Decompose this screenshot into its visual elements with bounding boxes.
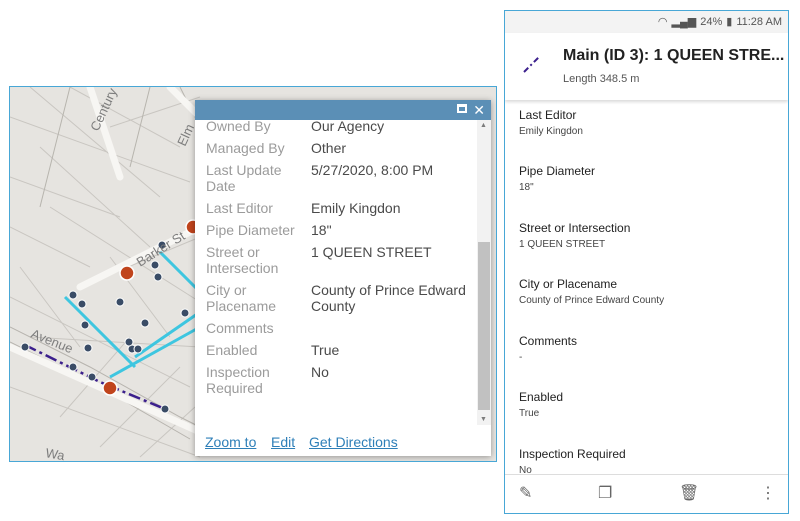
feature-subtitle: Length 348.5 m: [563, 73, 640, 85]
edit-link[interactable]: Edit: [271, 434, 295, 450]
attr-key: Last Update Date: [206, 162, 282, 194]
field-street: Street or Intersection 1 QUEEN STREET: [519, 221, 630, 252]
attr-value: No: [311, 364, 329, 380]
attr-row-pipe-diameter: Pipe Diameter 18": [206, 222, 475, 244]
attr-row-managed-by: Managed By Other: [206, 140, 475, 162]
popup-actions: Zoom to Edit Get Directions: [195, 425, 491, 456]
scroll-up-icon[interactable]: ▲: [480, 122, 487, 129]
attr-row-inspection: Inspection Required No: [206, 364, 475, 402]
popup-header: ✕: [195, 100, 491, 120]
attr-key: Pipe Diameter: [206, 222, 295, 238]
street-label-wa: Wa: [44, 445, 66, 461]
battery-icon: ▮: [726, 16, 733, 28]
attr-key: Owned By: [206, 120, 271, 134]
close-icon[interactable]: ✕: [473, 102, 485, 118]
field-comments: Comments -: [519, 334, 577, 365]
attr-key: City or Placename: [206, 282, 277, 314]
map-view[interactable]: Century Elm Barker St Avenue Wa ✕ Owned …: [9, 86, 497, 462]
more-options-icon[interactable]: ⋮: [760, 483, 776, 503]
street-label-avenue: Avenue: [29, 326, 75, 356]
attr-row-owned-by: Owned By Our Agency: [206, 120, 475, 140]
zoom-to-link[interactable]: Zoom to: [205, 434, 256, 450]
battery-percent: 24%: [700, 15, 723, 28]
field-city: City or Placename County of Prince Edwar…: [519, 277, 664, 308]
popup-attributes: Owned By Our Agency Managed By Other Last …: [195, 120, 475, 425]
feature-header: Main (ID 3): 1 QUEEN STRE... Length 348.…: [505, 33, 788, 100]
attr-key: Comments: [206, 320, 274, 336]
edit-icon[interactable]: ✎: [519, 483, 532, 503]
attr-key: Enabled: [206, 342, 258, 358]
wifi-icon: ◠: [657, 16, 668, 28]
field-inspection-required: Inspection Required No: [519, 447, 626, 475]
attr-value: True: [311, 342, 340, 358]
attr-key: Last Editor: [206, 200, 273, 216]
attr-row-enabled: Enabled True: [206, 342, 475, 364]
attr-key: Managed By: [206, 140, 285, 156]
field-label: Last Editor: [519, 108, 577, 122]
field-label: City or Placename: [519, 277, 618, 291]
field-label: Street or Intersection: [519, 221, 631, 235]
feature-popup: ✕ Owned By Our Agency Managed By Other Las…: [195, 100, 491, 456]
field-value: True: [519, 408, 540, 419]
field-label: Inspection Required: [519, 447, 626, 461]
attr-row-city: City or Placename County of Prince Edward…: [206, 282, 475, 320]
attr-row-last-update: Last Update Date 5/27/2020, 8:00 PM: [206, 162, 475, 200]
attr-key: Street or Intersection: [206, 244, 279, 276]
attr-value: [311, 320, 475, 342]
bottom-toolbar: ✎ ❐ 🗑 ⋮: [505, 474, 788, 513]
field-enabled: Enabled True: [519, 390, 563, 421]
line-feature-icon: [523, 55, 541, 73]
feature-fields: Last Editor Emily Kingdon Pipe Diameter …: [505, 100, 788, 475]
attr-key: Inspection Required: [206, 364, 270, 396]
signal-icon: ▂▄▆: [671, 16, 697, 28]
maximize-icon[interactable]: [457, 104, 468, 113]
attr-value: County of Prince Edward County: [311, 282, 466, 314]
field-pipe-diameter: Pipe Diameter 18": [519, 164, 595, 195]
field-value: -: [519, 352, 523, 363]
get-directions-link[interactable]: Get Directions: [309, 434, 398, 450]
attr-row-street: Street or Intersection 1 QUEEN STREET: [206, 244, 475, 282]
status-time: 11:28 AM: [736, 15, 782, 28]
delete-icon[interactable]: 🗑: [679, 483, 699, 503]
field-value: 18": [519, 182, 534, 193]
field-last-editor: Last Editor Emily Kingdon: [519, 108, 583, 139]
attr-row-comments: Comments: [206, 320, 475, 342]
field-label: Enabled: [519, 390, 564, 404]
attr-value: Emily Kingdon: [311, 200, 401, 216]
street-label-barker: Barker St: [134, 228, 188, 270]
scroll-down-icon[interactable]: ▼: [480, 416, 487, 423]
attr-value: 1 QUEEN STREET: [311, 244, 432, 260]
attr-value: Our Agency: [311, 120, 385, 134]
attr-row-last-editor: Last Editor Emily Kingdon: [206, 200, 475, 222]
field-label: Comments: [519, 334, 578, 348]
mobile-screen: ◠ ▂▄▆ 24% ▮ 11:28 AM Main (ID 3): 1 QUEE…: [504, 10, 789, 514]
feature-title: Main (ID 3): 1 QUEEN STRE...: [563, 47, 785, 64]
field-value: Emily Kingdon: [519, 126, 583, 137]
field-value: County of Prince Edward County: [519, 295, 665, 306]
popup-scrollbar[interactable]: ▲ ▼: [477, 120, 491, 425]
scroll-thumb[interactable]: [478, 242, 490, 410]
field-value: 1 QUEEN STREET: [519, 239, 606, 250]
attr-value: 5/27/2020, 8:00 PM: [311, 162, 434, 178]
street-label-elm: Elm: [174, 122, 197, 149]
field-label: Pipe Diameter: [519, 164, 596, 178]
attr-value: 18": [311, 222, 332, 238]
status-bar: ◠ ▂▄▆ 24% ▮ 11:28 AM: [505, 11, 788, 33]
copy-icon[interactable]: ❐: [598, 483, 612, 503]
attr-value: Other: [311, 140, 347, 156]
